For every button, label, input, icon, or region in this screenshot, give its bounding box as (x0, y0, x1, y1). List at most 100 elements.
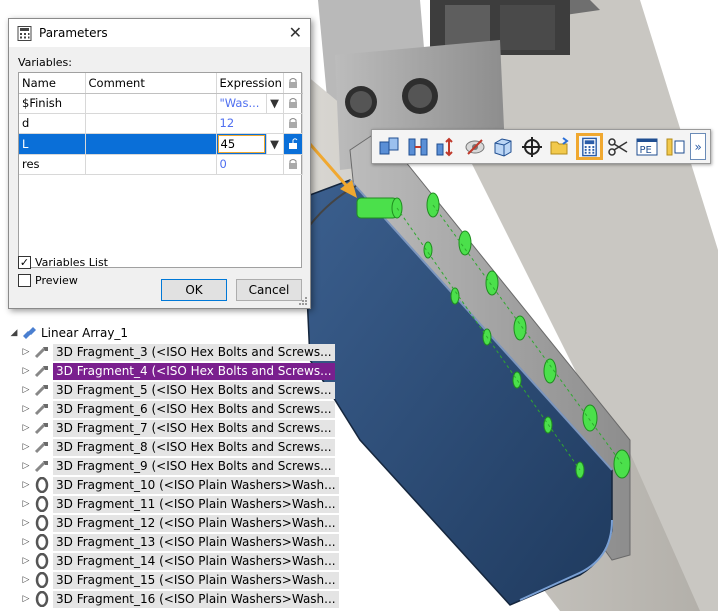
ruler-button[interactable] (662, 133, 689, 160)
variable-comment[interactable] (85, 154, 217, 175)
expand-icon[interactable]: ▷ (20, 480, 32, 490)
tree-item[interactable]: ▷ 3D Fragment_7 (<ISO Hex Bolts and Screw… (20, 419, 335, 437)
preview-checkbox[interactable] (18, 274, 31, 287)
tree-item[interactable]: ▷ 3D Fragment_12 (<ISO Plain Washers>Wash… (20, 514, 339, 532)
tree-item[interactable]: ▷ 3D Fragment_13 (<ISO Plain Washers>Wash… (20, 533, 339, 551)
copy-parts-button[interactable] (376, 133, 403, 160)
expand-icon[interactable]: ▷ (20, 537, 32, 547)
tree-item-label: 3D Fragment_9 (<ISO Hex Bolts and Screws… (53, 457, 335, 475)
lock-icon (288, 118, 297, 128)
expand-icon[interactable]: ▷ (20, 404, 32, 414)
move-arrows-icon (436, 137, 454, 156)
expand-icon[interactable]: ▷ (20, 461, 32, 471)
parameters-dialog: Parameters ✕ Variables: Name Comment Exp… (8, 18, 311, 309)
expand-icon[interactable]: ▷ (20, 423, 32, 433)
cut-button[interactable] (605, 133, 632, 160)
expand-icon[interactable]: ▷ (20, 556, 32, 566)
expand-icon[interactable]: ▷ (20, 518, 32, 528)
tree-item[interactable]: ▷ 3D Fragment_5 (<ISO Hex Bolts and Screw… (20, 381, 335, 399)
lock-toggle[interactable] (283, 93, 303, 114)
close-icon[interactable]: ✕ (289, 23, 302, 42)
tree-item[interactable]: ▷ 3D Fragment_11 (<ISO Plain Washers>Wash… (20, 495, 339, 513)
variable-name[interactable]: res (19, 154, 86, 175)
tree-item[interactable]: ▷ 3D Fragment_16 (<ISO Plain Washers>Wash… (20, 590, 339, 608)
variable-name[interactable]: L (19, 133, 86, 155)
bolt-icon (34, 404, 48, 416)
hide-button[interactable] (462, 133, 489, 160)
tree-item[interactable]: ▷ 3D Fragment_8 (<ISO Hex Bolts and Screw… (20, 438, 335, 456)
variable-name[interactable]: $Finish (19, 93, 86, 114)
variable-comment[interactable] (85, 93, 217, 114)
hide-icon (465, 138, 485, 155)
variables-list-checkbox[interactable]: ✓ (18, 256, 31, 269)
variable-comment[interactable] (85, 133, 217, 155)
expand-icon[interactable]: ▷ (20, 575, 32, 585)
tree-item[interactable]: ▷ 3D Fragment_9 (<ISO Hex Bolts and Screw… (20, 457, 335, 475)
preview-option[interactable]: Preview (18, 274, 78, 287)
cancel-button[interactable]: Cancel (236, 279, 302, 301)
pe-button[interactable]: PE (633, 133, 660, 160)
expand-icon[interactable]: ▷ (20, 385, 32, 395)
tree-item[interactable]: ▷ 3D Fragment_6 (<ISO Hex Bolts and Screw… (20, 400, 335, 418)
table-row[interactable]: d 12 (19, 113, 303, 134)
column-header-name[interactable]: Name (19, 73, 86, 94)
chevron-down-icon[interactable]: ▼ (266, 93, 284, 114)
variable-name[interactable]: d (19, 113, 86, 134)
lock-icon (288, 98, 297, 108)
tree-root-label: Linear Array_1 (41, 326, 129, 340)
tree-item[interactable]: ▷ 3D Fragment_15 (<ISO Plain Washers>Wash… (20, 571, 339, 589)
dialog-titlebar[interactable]: Parameters ✕ (9, 19, 310, 47)
open-folder-button[interactable] (547, 133, 574, 160)
toolbar-more-button[interactable]: » (690, 133, 707, 160)
resize-grip-icon[interactable] (298, 296, 308, 306)
tree-item[interactable]: ▷ 3D Fragment_3 (<ISO Hex Bolts and Screw… (20, 343, 335, 361)
table-row[interactable]: $Finish "Was... ▼ (19, 93, 303, 114)
parameters-button[interactable] (575, 133, 603, 160)
table-row[interactable]: res 0 (19, 154, 303, 175)
variable-expression[interactable]: 0 (216, 154, 284, 175)
table-row-selected[interactable]: L 45 ▼ (19, 133, 303, 155)
variables-grid: Name Comment Expression $Finish "Was... … (18, 72, 303, 268)
preview-label: Preview (35, 274, 78, 287)
lock-toggle[interactable] (283, 113, 303, 134)
lock-toggle[interactable] (283, 133, 303, 155)
tree-item-label: 3D Fragment_11 (<ISO Plain Washers>Wash.… (53, 495, 339, 513)
chevron-down-icon[interactable]: ▼ (266, 133, 284, 155)
variable-expression[interactable]: 12 (216, 113, 284, 134)
dialog-title: Parameters (39, 26, 108, 40)
expression-input[interactable]: 45 (217, 134, 265, 153)
box-button[interactable] (490, 133, 517, 160)
expand-icon[interactable]: ▷ (20, 499, 32, 509)
ok-button[interactable]: OK (161, 279, 227, 301)
collapse-icon[interactable]: ◢ (8, 328, 20, 338)
svg-text:PE: PE (639, 145, 651, 156)
crosshair-button[interactable] (519, 133, 546, 160)
expand-icon[interactable]: ▷ (20, 366, 32, 376)
washer-icon (35, 591, 49, 607)
linear-array-icon (23, 327, 36, 339)
column-header-comment[interactable]: Comment (85, 73, 217, 94)
tree-item[interactable]: ▷ 3D Fragment_14 (<ISO Plain Washers>Wash… (20, 552, 339, 570)
tree-root-linear-array[interactable]: ◢ Linear Array_1 (8, 324, 129, 342)
move-button[interactable] (433, 133, 460, 160)
unlock-icon (288, 137, 297, 149)
expand-icon[interactable]: ▷ (20, 594, 32, 604)
pe-icon: PE (636, 138, 658, 156)
column-header-expression[interactable]: Expression (216, 73, 284, 94)
variables-list-option[interactable]: ✓ Variables List (18, 256, 108, 269)
align-icon (408, 138, 428, 155)
copy-parts-icon (379, 137, 399, 154)
chevron-double-right-icon: » (694, 139, 702, 154)
lock-toggle[interactable] (283, 154, 303, 175)
washer-icon (35, 496, 49, 512)
tree-item-selected[interactable]: ▷ 3D Fragment_4 (<ISO Hex Bolts and Screw… (20, 362, 335, 380)
tree-item-label: 3D Fragment_5 (<ISO Hex Bolts and Screws… (53, 381, 335, 399)
expand-icon[interactable]: ▷ (20, 442, 32, 452)
variable-expression[interactable]: "Was... (216, 93, 267, 114)
variable-comment[interactable] (85, 113, 217, 134)
tree-item[interactable]: ▷ 3D Fragment_10 (<ISO Plain Washers>Wash… (20, 476, 339, 494)
align-button[interactable] (405, 133, 432, 160)
expand-icon[interactable]: ▷ (20, 347, 32, 357)
variable-expression-cell: 45 (216, 133, 267, 155)
grid-header: Name Comment Expression (19, 73, 303, 94)
